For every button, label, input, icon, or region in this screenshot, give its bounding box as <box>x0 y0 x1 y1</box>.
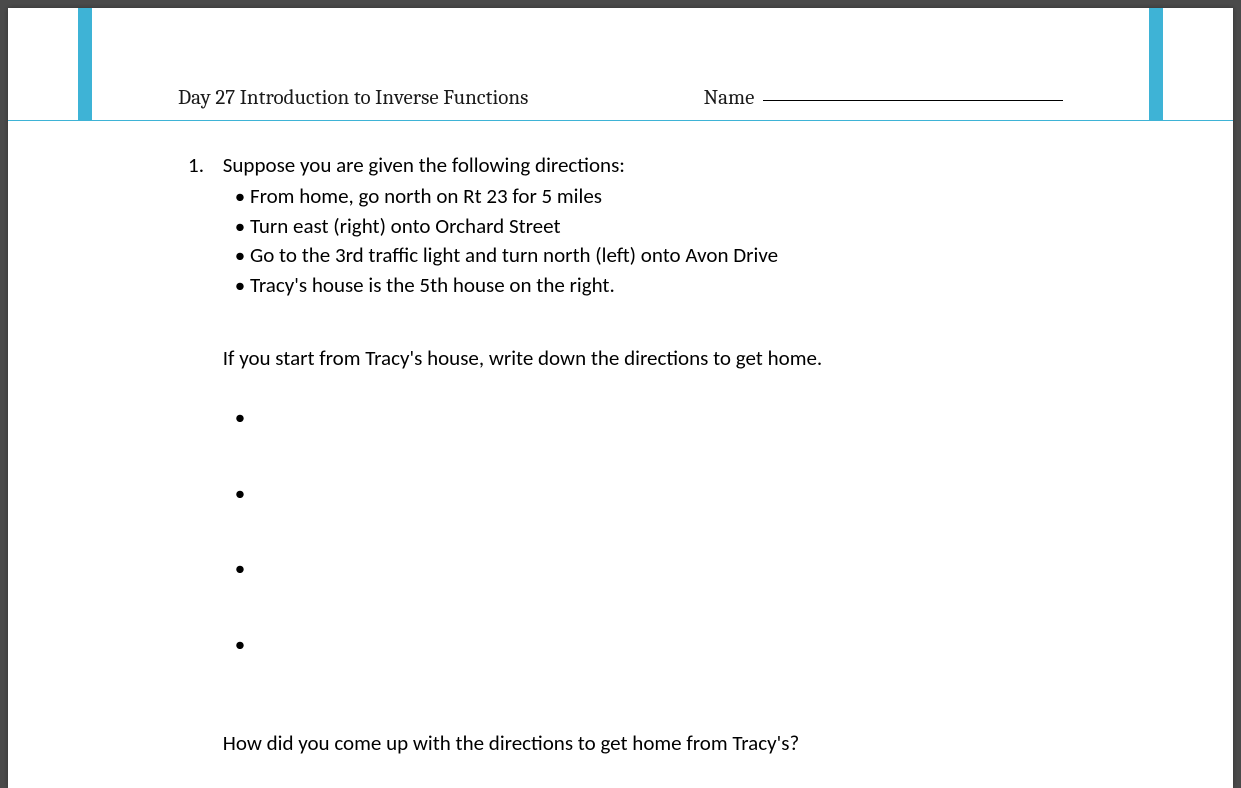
direction-item: • Tracy's house is the 5th house on the … <box>235 271 1048 300</box>
answer-blank-bullet: • <box>235 630 1048 659</box>
document-page: Day 27 Introduction to Inverse Functions… <box>8 8 1233 788</box>
question-block: 1. Suppose you are given the following d… <box>178 151 1063 758</box>
reverse-prompt: If you start from Tracy's house, write d… <box>223 344 1048 373</box>
direction-list: • From home, go north on Rt 23 for 5 mil… <box>223 182 1048 300</box>
name-label: Name <box>704 86 755 110</box>
accent-bar-right <box>1149 8 1163 120</box>
answer-blank-bullet: • <box>235 403 1048 432</box>
answer-blank-bullet: • <box>235 479 1048 508</box>
direction-item: • Go to the 3rd traffic light and turn n… <box>235 241 1048 270</box>
direction-item: • Turn east (right) onto Orchard Street <box>235 212 1048 241</box>
document-title: Day 27 Introduction to Inverse Functions <box>178 86 704 110</box>
direction-text: Go to the 3rd traffic light and turn nor… <box>250 242 778 268</box>
prompt-intro: Suppose you are given the following dire… <box>223 151 1048 180</box>
accent-bar-left <box>78 8 92 120</box>
direction-item: • From home, go north on Rt 23 for 5 mil… <box>235 182 1048 211</box>
name-field: Name <box>704 86 1063 110</box>
content-area: 1. Suppose you are given the following d… <box>8 121 1233 788</box>
direction-text: Tracy's house is the 5th house on the ri… <box>250 272 615 298</box>
direction-text: Turn east (right) onto Orchard Street <box>250 213 561 239</box>
question-number: 1. <box>178 151 218 180</box>
answer-blank-list: • • • • <box>223 403 1048 659</box>
question-body: Suppose you are given the following dire… <box>223 151 1048 758</box>
header-section: Day 27 Introduction to Inverse Functions… <box>8 8 1233 121</box>
direction-text: From home, go north on Rt 23 for 5 miles <box>250 183 602 209</box>
name-blank-line <box>763 100 1063 101</box>
header-row: Day 27 Introduction to Inverse Functions… <box>78 26 1163 120</box>
followup-question: How did you come up with the directions … <box>223 729 1048 758</box>
answer-blank-bullet: • <box>235 554 1048 583</box>
